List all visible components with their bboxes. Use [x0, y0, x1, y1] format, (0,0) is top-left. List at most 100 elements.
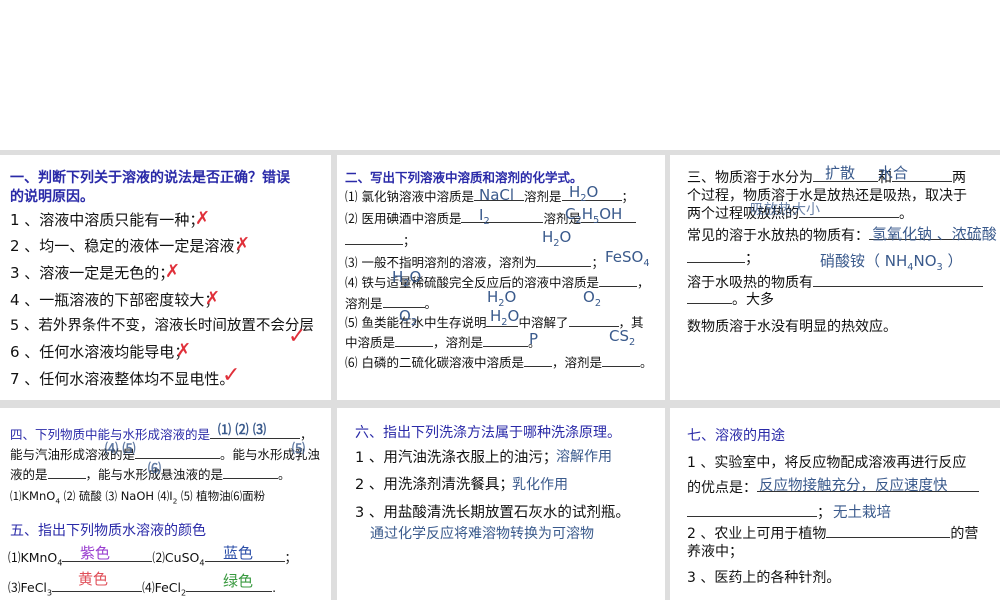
section-title: 一、判断下列关于溶液的说法是否正确？错误 [10, 170, 290, 186]
line: 数物质溶于水没有明显的热效应。 [687, 319, 897, 335]
t: H [490, 307, 502, 325]
statement-2: 2 、均一、稳定的液体一定是溶液； [10, 237, 250, 255]
text: 。大多 [732, 292, 774, 308]
text: 常见的溶于水放热的物质有： [687, 228, 869, 244]
t: FeSO [605, 248, 644, 266]
answer-blank [523, 354, 552, 367]
text: 的营 [950, 526, 979, 542]
t: O [586, 183, 599, 201]
section-title-cont: 的说明原因。 [10, 189, 94, 205]
line: 能与汽油形成溶液的是 。能与水形成乳浊 [10, 446, 320, 464]
answer: 反应物接触充分，反应速度快 [759, 478, 948, 494]
t: O [507, 307, 520, 325]
t: 2 [410, 317, 418, 328]
correct-mark-icon: ✓ [288, 324, 307, 349]
panel-uses: 七、溶液的用途 1 、实验室中，将反应物配成溶液再进行反应 的优点是： ； 2 … [670, 408, 1000, 600]
wrong-mark-icon: ✗ [205, 288, 221, 309]
statement-7: 7 、任何水溶液整体均不显电性。 [10, 370, 235, 388]
t: NO [913, 252, 937, 270]
line: ； [687, 250, 759, 268]
text: ，溶剂是 [551, 355, 602, 370]
answer-ethanol: C2H5OH [565, 205, 622, 230]
text: ； [621, 189, 635, 204]
t: ⑴KMnO [8, 550, 58, 565]
answer-blank [395, 334, 434, 347]
wrong-mark-icon: ✗ [165, 261, 181, 282]
wrong-mark-icon: ✗ [176, 340, 192, 361]
line: 2 、农业上可用于植物 的营 [687, 525, 978, 543]
text: ； [591, 255, 604, 270]
section-title: 七、溶液的用途 [687, 428, 785, 444]
answer: ⑸ [292, 442, 306, 457]
statement-3: 3 、溶液一定是无色的； [10, 264, 175, 282]
t: ⑸ 植物油⑹面粉 [177, 489, 266, 503]
line: 四、下列物质中能与水形成溶液的是 ， [10, 426, 313, 444]
answer-blank [568, 314, 619, 327]
panel-washing: 六、指出下列洗涤方法属于哪种洗涤原理。 1 、用汽油洗涤衣服上的油污； 2 、用… [337, 408, 665, 600]
line: 1 、用汽油洗涤衣服上的油污； [355, 450, 558, 466]
statement-1: 1 、溶液中溶质只能有一种； [10, 211, 205, 229]
text: 。 [899, 206, 913, 222]
answer-nacl: NaCl [479, 186, 515, 204]
line: 。大多 [687, 291, 774, 309]
text: 溶于水吸热的物质有 [687, 275, 813, 291]
text: 。 [640, 355, 653, 370]
answer-i2: I2 [479, 206, 490, 231]
t: 2 [594, 298, 602, 309]
answer-p: P [529, 330, 539, 348]
answer-h2o: H2O [392, 268, 421, 293]
answer-o2: O2 [583, 288, 601, 313]
line: 养液中； [687, 544, 743, 560]
line: 3 、用盐酸清洗长期放置石灰水的试剂瓶。 [355, 505, 630, 521]
question-5-cont: 中溶质是 ，溶剂是。 [345, 334, 541, 352]
answer-cs2: CS2 [609, 327, 635, 352]
wrong-mark-icon: ✗ [195, 208, 211, 229]
answer: 氢氧化钠 、浓硫酸 [872, 225, 997, 243]
text: ； [403, 233, 416, 248]
answer: ⑷ ⑸ [105, 442, 136, 457]
t: 4 [643, 258, 650, 269]
answer-blank [461, 210, 544, 223]
answer-blank [598, 274, 637, 287]
correct-mark-icon: ✓ [222, 363, 241, 388]
answer-blank [483, 334, 529, 347]
answer-yellow: 黄色 [78, 570, 109, 588]
answer-blank [47, 466, 86, 479]
text: ，溶剂是 [433, 335, 484, 350]
text: 三、物质溶于水分为 [687, 170, 813, 186]
line: 1 、实验室中，将反应物配成溶液再进行反应 [687, 455, 967, 471]
statement-5: 5 、若外界条件不变，溶液长时间放置不会分层 [10, 318, 314, 334]
answer: 扩散 [825, 164, 856, 182]
text: ⑹ 白磷的二硫化碳溶液中溶质是 [345, 355, 524, 370]
text: ； [817, 505, 831, 521]
answer: 乳化作用 [512, 477, 568, 493]
answer: 硝酸铵（ NH4NO3 ） [820, 252, 963, 277]
answer: 水合 [878, 164, 909, 182]
t: H [392, 268, 404, 286]
text: ， [636, 275, 650, 290]
t: ⑵ 硫酸 ⑶ NaOH ⑷I [60, 489, 173, 503]
question-6: ⑹ 白磷的二硫化碳溶液中溶质是 ，溶剂是 。 [345, 354, 653, 372]
t: ⑷FeCl [142, 580, 181, 595]
answer-blank [223, 466, 279, 479]
answer-blank [687, 250, 745, 263]
answer: 溶解作用 [556, 449, 612, 465]
text: 中溶解了 [518, 315, 569, 330]
t: . [272, 580, 277, 595]
answer-blank [826, 525, 951, 538]
t: ； [284, 550, 298, 565]
t: ⑴KMnO [10, 489, 56, 503]
text: 中溶质是 [345, 335, 396, 350]
text: ； [745, 251, 759, 267]
answer-blue: 蓝色 [223, 544, 254, 562]
answer-blank [135, 446, 221, 459]
text: 。 [424, 296, 438, 311]
text: ⑷ 铁与适量稀硫酸完全反应后的溶液中溶质是 [345, 275, 599, 290]
answer-green: 绿色 [223, 572, 254, 590]
answer-feso4: FeSO4 [605, 248, 650, 273]
answer-h2o: H2O [542, 228, 571, 253]
t: 硝酸铵（ NH [820, 252, 908, 270]
t: H [487, 288, 499, 306]
t: CS [609, 327, 629, 345]
answer: 通过化学反应将难溶物转换为可溶物 [370, 526, 594, 542]
